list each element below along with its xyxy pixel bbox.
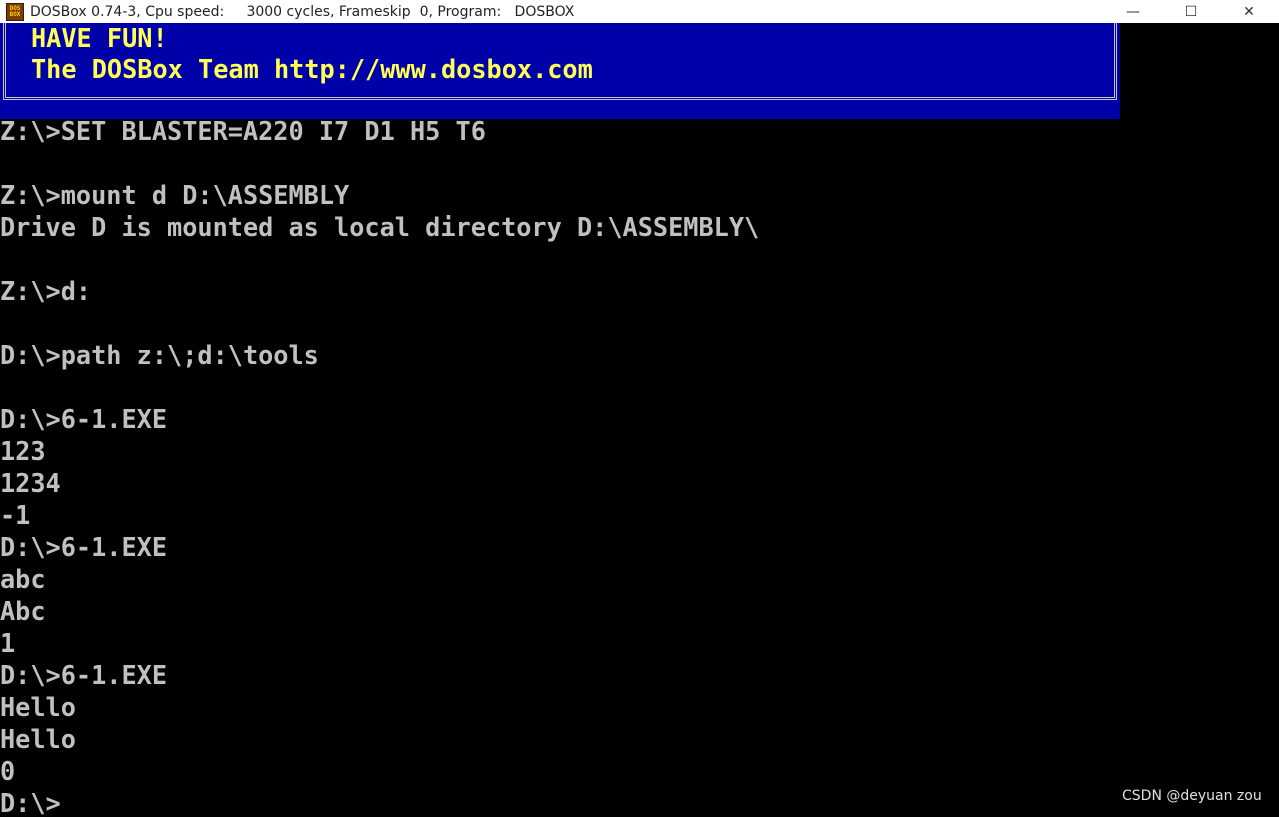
console-line: D:\>6-1.EXE [0,405,168,435]
close-icon: ✕ [1243,3,1255,20]
maximize-icon: ☐ [1184,3,1198,20]
banner-team-text: The DOSBox Team [31,55,274,85]
console-output[interactable]: Z:\>SET BLASTER=A220 I7 D1 H5 T6 Z:\>moun… [0,116,1279,817]
banner-team-line: The DOSBox Team http://www.dosbox.com [31,54,593,86]
dosbox-window: DOS BOX DOSBox 0.74-3, Cpu speed: 3000 c… [0,0,1279,817]
console-line: Hello [0,725,76,755]
console-line: Z:\>d: [0,277,92,307]
console-line: Z:\>mount d D:\ASSEMBLY [0,181,350,211]
maximize-button[interactable]: ☐ [1162,0,1220,23]
welcome-banner: HAVE FUN! The DOSBox Team http://www.dos… [0,23,1120,119]
console-line: -1 [0,501,31,531]
banner-url: http://www.dosbox.com [273,55,593,85]
minimize-button[interactable]: — [1104,0,1162,23]
title-bar[interactable]: DOS BOX DOSBox 0.74-3, Cpu speed: 3000 c… [0,0,1279,23]
console-line: 1234 [0,469,61,499]
close-button[interactable]: ✕ [1220,0,1278,23]
console-line: D:\>6-1.EXE [0,661,168,691]
console-line: Drive D is mounted as local directory D:… [0,213,760,243]
console-line: D:\> [0,789,61,817]
console-line: D:\>path z:\;d:\tools [0,341,319,371]
banner-have-fun: HAVE FUN! [31,24,168,54]
window-title: DOSBox 0.74-3, Cpu speed: 3000 cycles, F… [30,3,575,20]
console-line: Abc [0,597,46,627]
console-line: 1 [0,629,16,659]
icon-text-bottom: BOX [9,10,21,18]
console-line: D:\>6-1.EXE [0,533,168,563]
console-line: Z:\>SET BLASTER=A220 I7 D1 H5 T6 [0,117,486,147]
minimize-icon: — [1126,3,1140,20]
console-line: 0 [0,757,16,787]
watermark: CSDN @deyuan zou [1122,788,1262,804]
console-line: abc [0,565,46,595]
console-line: Hello [0,693,76,723]
dosbox-icon[interactable]: DOS BOX [6,2,24,21]
console-line: 123 [0,437,46,467]
